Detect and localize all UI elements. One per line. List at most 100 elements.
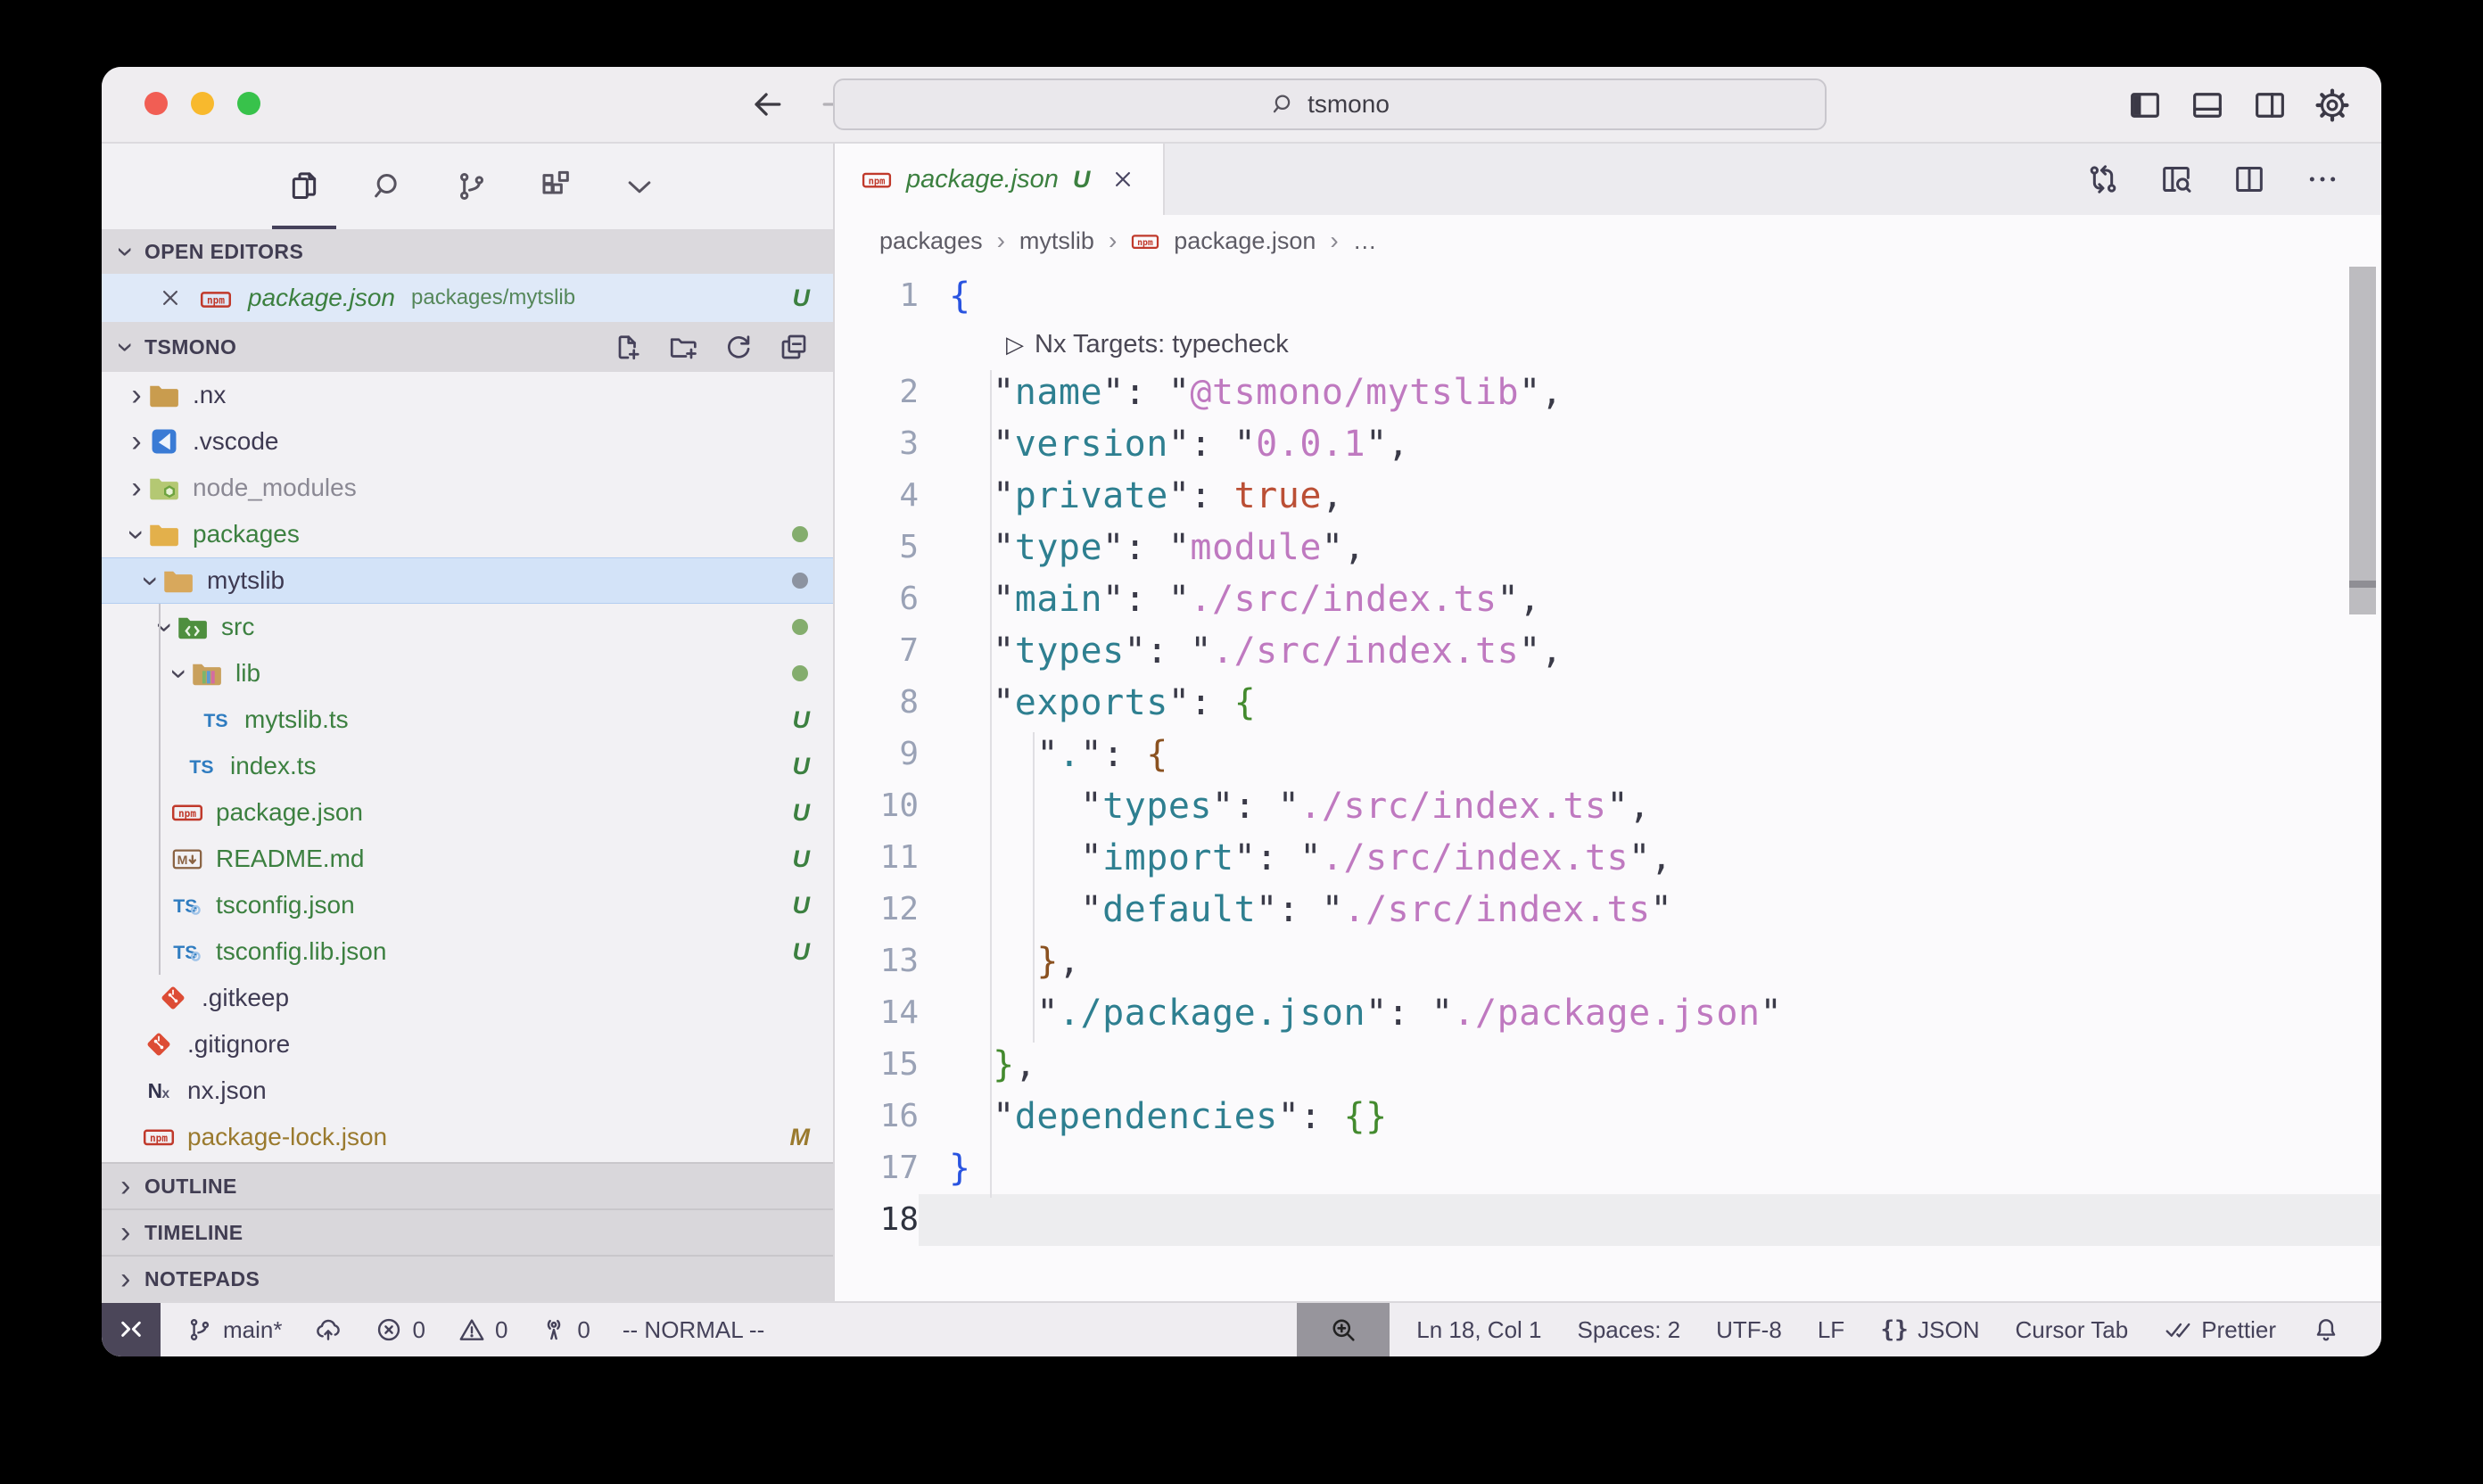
open-preview-icon[interactable] [2158, 161, 2194, 197]
tree-item--gitkeep[interactable]: .gitkeep [102, 975, 833, 1021]
new-file-icon[interactable] [612, 331, 644, 363]
svg-text:N: N [148, 1079, 162, 1102]
tree-item--vscode[interactable]: ›.vscode [102, 418, 833, 465]
gear-icon[interactable] [2314, 87, 2351, 124]
status-warnings[interactable]: 0 [458, 1315, 507, 1344]
tree-item-lib[interactable]: ›lib [102, 650, 833, 697]
tree-item-src[interactable]: ›src [102, 604, 833, 650]
collapse-all-icon[interactable] [778, 331, 810, 363]
codelens-nx-targets[interactable]: ▷Nx Targets: typecheck [835, 322, 2381, 367]
code-line-8[interactable]: 8 "exports": { [835, 677, 2381, 729]
tree-item-node-modules[interactable]: ›node_modules [102, 465, 833, 511]
status-errors[interactable]: 0 [375, 1315, 425, 1344]
code-line-2[interactable]: 2 "name": "@tsmono/mytslib", [835, 367, 2381, 418]
split-editor-icon[interactable] [2231, 161, 2267, 197]
tree-item-package-json[interactable]: npmpackage.jsonU [102, 789, 833, 836]
panel-header-notepads[interactable]: ›NOTEPADS [102, 1255, 833, 1301]
status-vim-mode[interactable]: -- NORMAL -- [623, 1316, 764, 1344]
tree-item-tsconfig-json[interactable]: TStsconfig.jsonU [102, 882, 833, 928]
code-line-13[interactable]: 13 }, [835, 936, 2381, 987]
status-formatter[interactable]: Prettier [2164, 1315, 2276, 1344]
activity-item-source-control[interactable] [452, 144, 491, 229]
status-encoding[interactable]: UTF-8 [1716, 1316, 1782, 1344]
close-tab-icon[interactable] [1110, 166, 1136, 193]
tree-item-package-lock-json[interactable]: npmpackage-lock.jsonM [102, 1114, 833, 1160]
close-window-button[interactable] [144, 92, 168, 115]
activity-item-more-views[interactable] [620, 144, 659, 229]
minimize-window-button[interactable] [191, 92, 214, 115]
editor-scrollbar[interactable] [2349, 267, 2376, 614]
status-ports[interactable]: 0 [540, 1315, 590, 1344]
panel-header-outline[interactable]: ›OUTLINE [102, 1162, 833, 1208]
more-actions-icon[interactable] [2305, 161, 2340, 197]
code-line-15[interactable]: 15 }, [835, 1039, 2381, 1091]
breadcrumb-item[interactable]: package.json [1174, 227, 1316, 255]
code-line-1[interactable]: 1{ [835, 270, 2381, 322]
md-icon: M [171, 844, 203, 874]
extensions-icon [538, 169, 573, 204]
status-git-branch[interactable]: main* [186, 1315, 282, 1344]
status-cursor-position[interactable]: Ln 18, Col 1 [1416, 1316, 1541, 1344]
tree-item-index-ts[interactable]: TSindex.tsU [102, 743, 833, 789]
line-content [919, 1194, 2381, 1246]
tree-item-mytslib[interactable]: ›mytslib [102, 557, 833, 604]
new-folder-icon[interactable] [667, 331, 699, 363]
tree-item-mytslib-ts[interactable]: TSmytslib.tsU [102, 697, 833, 743]
tree-item-packages[interactable]: ›packages [102, 511, 833, 557]
status-cursor-tab[interactable]: Cursor Tab [2016, 1316, 2129, 1344]
breadcrumb-item[interactable]: packages [879, 227, 983, 255]
zoom-window-button[interactable] [237, 92, 260, 115]
code-line-11[interactable]: 11 "import": "./src/index.ts", [835, 832, 2381, 884]
code-line-3[interactable]: 3 "version": "0.0.1", [835, 418, 2381, 470]
command-center-search[interactable]: tsmono [833, 78, 1827, 130]
tree-item-readme-md[interactable]: MREADME.mdU [102, 836, 833, 882]
code-line-18[interactable]: 18 [835, 1194, 2381, 1246]
code-editor[interactable]: 1{▷Nx Targets: typecheck2 "name": "@tsmo… [835, 267, 2381, 1301]
activity-item-search[interactable] [368, 144, 408, 229]
tab-package-json[interactable]: npm package.json U [835, 144, 1165, 215]
code-line-7[interactable]: 7 "types": "./src/index.ts", [835, 625, 2381, 677]
open-editor-item[interactable]: npmpackage.jsonpackages/mytslibU [102, 274, 833, 322]
refresh-icon[interactable] [722, 331, 755, 363]
open-editors-header[interactable]: › OPEN EDITORS [102, 229, 833, 274]
npm-icon: npm [143, 1122, 175, 1152]
status-language-mode[interactable]: {}JSON [1880, 1315, 1979, 1344]
open-changes-icon[interactable] [2085, 161, 2121, 197]
git-status-badge: U [793, 753, 811, 780]
tree-item-tsconfig-lib-json[interactable]: TStsconfig.lib.jsonU [102, 928, 833, 975]
layout-panel-icon[interactable] [2189, 87, 2226, 124]
svg-text:npm: npm [150, 1133, 168, 1144]
code-line-12[interactable]: 12 "default": "./src/index.ts" [835, 884, 2381, 936]
code-line-4[interactable]: 4 "private": true, [835, 470, 2381, 522]
breadcrumb-item[interactable]: mytslib [1019, 227, 1094, 255]
status-publish-changes[interactable] [314, 1315, 342, 1344]
line-number: 6 [835, 573, 919, 625]
back-button[interactable] [747, 85, 787, 124]
close-editor-icon[interactable] [157, 284, 184, 311]
git-status-badge: U [793, 845, 811, 873]
panel-header-timeline[interactable]: ›TIMELINE [102, 1208, 833, 1255]
layout-right-icon[interactable] [2251, 87, 2289, 124]
activity-item-extensions[interactable] [536, 144, 575, 229]
activity-item-explorer[interactable] [285, 144, 324, 229]
code-line-9[interactable]: 9 ".": { [835, 729, 2381, 780]
status-remote-indicator[interactable] [102, 1303, 161, 1356]
layout-left-icon[interactable] [2126, 87, 2164, 124]
code-line-5[interactable]: 5 "type": "module", [835, 522, 2381, 573]
status-notifications[interactable] [2312, 1315, 2340, 1344]
status-screencast-zoom[interactable] [1297, 1303, 1390, 1356]
line-number: 3 [835, 418, 919, 470]
code-line-14[interactable]: 14 "./package.json": "./package.json" [835, 987, 2381, 1039]
tree-item--gitignore[interactable]: .gitignore [102, 1021, 833, 1068]
code-line-10[interactable]: 10 "types": "./src/index.ts", [835, 780, 2381, 832]
tree-item-nx-json[interactable]: Nxnx.json [102, 1068, 833, 1114]
code-line-6[interactable]: 6 "main": "./src/index.ts", [835, 573, 2381, 625]
status-eol-sequence[interactable]: LF [1818, 1316, 1844, 1344]
status-indentation[interactable]: Spaces: 2 [1578, 1316, 1681, 1344]
tree-item--nx[interactable]: ›.nx [102, 372, 833, 418]
code-line-16[interactable]: 16 "dependencies": {} [835, 1091, 2381, 1142]
breadcrumb-item[interactable]: … [1353, 227, 1377, 255]
editor-window: tsmono › OPEN EDITORS npmpackage.jsonpac… [102, 67, 2381, 1356]
code-line-17[interactable]: 17} [835, 1142, 2381, 1194]
explorer-header[interactable]: › TSMONO [102, 322, 833, 372]
